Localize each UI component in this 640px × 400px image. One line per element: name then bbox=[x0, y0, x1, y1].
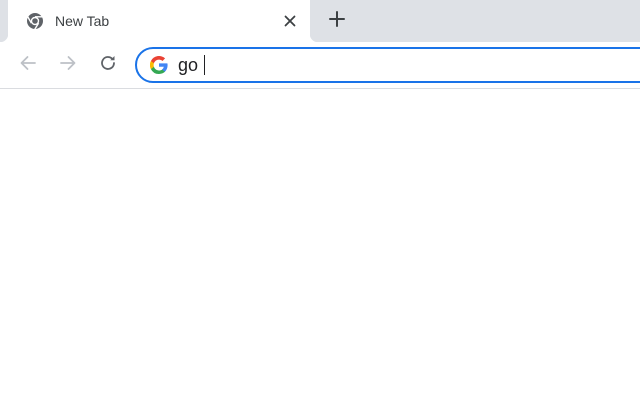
page-content bbox=[0, 89, 640, 400]
address-bar[interactable]: go bbox=[135, 47, 640, 83]
new-tab-button[interactable] bbox=[326, 10, 348, 32]
google-icon bbox=[149, 55, 168, 75]
tab-strip: New Tab bbox=[0, 0, 640, 42]
arrow-left-icon bbox=[19, 54, 37, 77]
address-bar-text[interactable]: go bbox=[178, 54, 198, 76]
reload-button[interactable] bbox=[96, 53, 120, 77]
arrow-right-icon bbox=[59, 54, 77, 77]
tab-new-tab[interactable]: New Tab bbox=[0, 0, 318, 42]
tab-title: New Tab bbox=[55, 13, 110, 29]
reload-icon bbox=[99, 54, 117, 77]
plus-icon bbox=[329, 10, 345, 32]
close-icon[interactable] bbox=[280, 11, 300, 31]
toolbar: go bbox=[0, 42, 640, 89]
text-cursor bbox=[204, 55, 206, 75]
chrome-icon bbox=[26, 12, 44, 30]
forward-button[interactable] bbox=[56, 53, 80, 77]
back-button[interactable] bbox=[16, 53, 40, 77]
browser-window: New Tab go bbox=[0, 0, 640, 400]
